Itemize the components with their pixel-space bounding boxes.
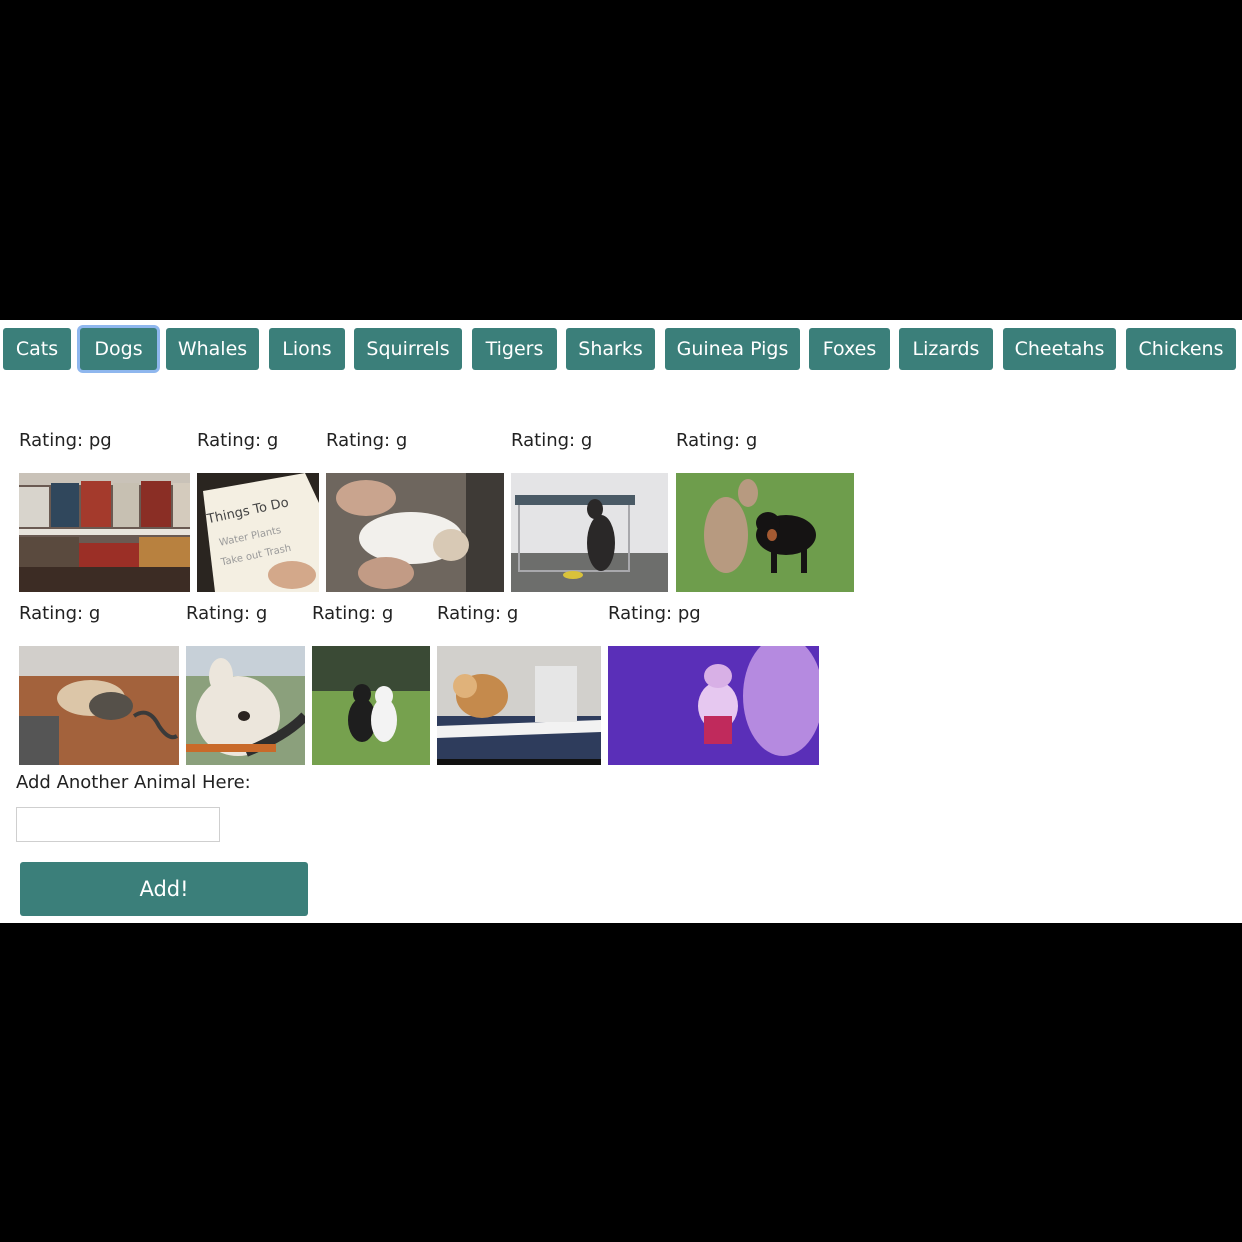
button-whales[interactable]: Whales: [166, 328, 259, 370]
gif-dog-in-purple-light[interactable]: [608, 646, 819, 765]
gif-dog-in-store[interactable]: [19, 473, 190, 592]
gif-rating: Rating: g: [326, 430, 408, 451]
button-guinea-pigs[interactable]: Guinea Pigs: [665, 328, 800, 370]
gif-rating: Rating: pg: [608, 603, 701, 624]
add-button[interactable]: Add!: [20, 862, 308, 916]
button-foxes[interactable]: Foxes: [809, 328, 890, 370]
add-animal-input[interactable]: [16, 807, 220, 842]
gif-bulldog-driving[interactable]: [186, 646, 305, 765]
gif-two-dogs-in-grass[interactable]: [312, 646, 430, 765]
button-chickens[interactable]: Chickens: [1126, 328, 1236, 370]
add-animal-label: Add Another Animal Here:: [16, 772, 251, 793]
gif-things-to-do[interactable]: Things To Do Water Plants Take out Trash: [197, 473, 319, 592]
button-cats[interactable]: Cats: [3, 328, 71, 370]
button-lions[interactable]: Lions: [269, 328, 345, 370]
button-sharks[interactable]: Sharks: [566, 328, 655, 370]
gif-kangaroo-and-dog[interactable]: [676, 473, 854, 592]
gif-rating: Rating: pg: [19, 430, 112, 451]
gif-rating: Rating: g: [676, 430, 758, 451]
button-squirrels[interactable]: Squirrels: [354, 328, 462, 370]
button-dogs[interactable]: Dogs: [80, 328, 157, 370]
gif-rating: Rating: g: [197, 430, 279, 451]
button-lizards[interactable]: Lizards: [899, 328, 993, 370]
gif-rating: Rating: g: [511, 430, 593, 451]
gif-rating: Rating: g: [19, 603, 101, 624]
gif-rating: Rating: g: [312, 603, 394, 624]
gif-dog-with-laptop[interactable]: [437, 646, 601, 765]
page-content: Cats Dogs Whales Lions Squirrels Tigers …: [0, 320, 1242, 923]
button-cheetahs[interactable]: Cheetahs: [1003, 328, 1116, 370]
gif-pug-on-floor[interactable]: [19, 646, 179, 765]
gif-rating: Rating: g: [437, 603, 519, 624]
gif-puppy-on-back[interactable]: [326, 473, 504, 592]
gif-rating: Rating: g: [186, 603, 268, 624]
button-tigers[interactable]: Tigers: [472, 328, 557, 370]
gif-dog-at-cage[interactable]: [511, 473, 668, 592]
